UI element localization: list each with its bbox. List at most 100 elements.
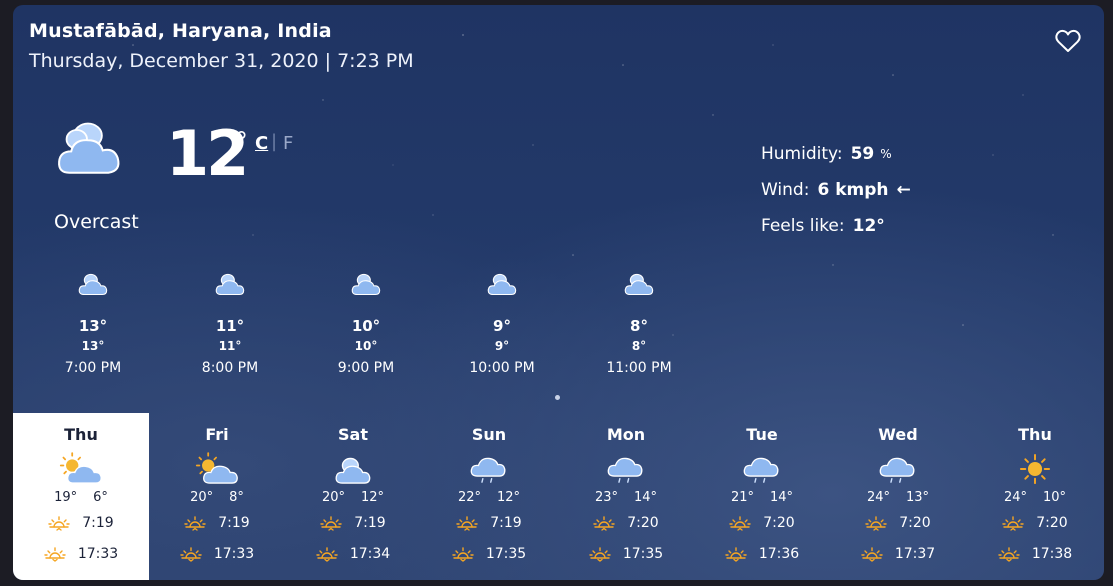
- sunrise-icon: [456, 515, 478, 531]
- temp-range: 24° 13°: [830, 490, 966, 505]
- light-rain-icon: [467, 451, 511, 487]
- hourly-feels-temp: 13°: [81, 339, 105, 353]
- low-temp: 10°: [1043, 490, 1067, 505]
- hourly-time: 9:00 PM: [337, 360, 395, 376]
- sunny-icon: [1013, 451, 1057, 487]
- sunset-time: 17:33: [213, 546, 255, 562]
- day-card[interactable]: Sun 22° 12° 7:19 17:35: [421, 413, 557, 580]
- sunrise-icon: [865, 515, 887, 531]
- sunset-row: 17:36: [694, 546, 830, 562]
- cloudy-icon: [212, 267, 248, 299]
- day-card[interactable]: Fri 20° 8° 7:19 17:33: [149, 413, 285, 580]
- day-card-selected[interactable]: Thu 19° 6° 7:19 17:33: [13, 413, 149, 580]
- sunset-row: 17:34: [285, 546, 421, 562]
- hourly-time: 8:00 PM: [201, 360, 259, 376]
- sunset-time: 17:35: [622, 546, 664, 562]
- humidity-value: 59: [850, 144, 875, 164]
- temp-range: 24° 10°: [967, 490, 1103, 505]
- fahrenheit-toggle[interactable]: F: [283, 133, 293, 154]
- hourly-item: 9° 9° 10:00 PM: [432, 267, 572, 376]
- day-name: Thu: [64, 425, 98, 444]
- sunset-icon: [589, 546, 611, 562]
- high-temp: 24°: [1003, 490, 1027, 505]
- location-title: Mustafābād, Haryana, India: [29, 20, 332, 42]
- hourly-feels-temp: 9°: [494, 339, 510, 353]
- sunrise-row: 7:20: [558, 515, 694, 531]
- humidity-row: Humidity: 59 %: [761, 136, 911, 172]
- celsius-toggle[interactable]: C: [255, 133, 268, 154]
- low-temp: 12°: [497, 490, 521, 505]
- high-temp: 20°: [190, 490, 214, 505]
- day-name: Sat: [338, 425, 368, 444]
- day-card[interactable]: Thu 24° 10° 7:20 17:38: [967, 413, 1103, 580]
- day-name: Sun: [471, 425, 507, 444]
- humidity-unit: %: [880, 147, 892, 161]
- sunset-row: 17:33: [149, 546, 285, 562]
- sunset-row: 17:35: [421, 546, 557, 562]
- day-card[interactable]: Wed 24° 13° 7:20 17:37: [830, 413, 966, 580]
- feels-like-row: Feels like: 12°: [761, 208, 911, 244]
- high-temp: 24°: [866, 490, 890, 505]
- temp-range: 19° 6°: [13, 490, 149, 505]
- cloudy-icon: [75, 267, 111, 299]
- sunset-time: 17:34: [349, 546, 391, 562]
- weather-card: Mustafābād, Haryana, India Thursday, Dec…: [13, 5, 1104, 580]
- feels-like-value: 12°: [852, 216, 885, 236]
- temp-range: 20° 8°: [149, 490, 285, 505]
- low-temp: 6°: [93, 490, 108, 505]
- sunrise-time: 7:20: [763, 515, 795, 531]
- favorite-heart-icon[interactable]: [1055, 29, 1081, 53]
- high-temp: 22°: [457, 490, 481, 505]
- wind-direction-arrow-icon: ←: [896, 180, 911, 200]
- humidity-label: Humidity:: [761, 144, 843, 164]
- sunset-row: 17:38: [967, 546, 1103, 562]
- sunrise-row: 7:20: [967, 515, 1103, 531]
- day-card[interactable]: Tue 21° 14° 7:20 17:36: [694, 413, 830, 580]
- sunrise-time: 7:19: [82, 515, 114, 531]
- cloudy-icon: [621, 267, 657, 299]
- hourly-temp: 11°: [215, 317, 245, 335]
- sunset-icon: [452, 546, 474, 562]
- sunrise-time: 7:20: [627, 515, 659, 531]
- day-card[interactable]: Mon 23° 14° 7:20 17:35: [558, 413, 694, 580]
- high-temp: 20°: [321, 490, 345, 505]
- hourly-time: 10:00 PM: [469, 360, 535, 376]
- wind-label: Wind:: [761, 180, 810, 200]
- day-card[interactable]: Sat 20° 12° 7:19 17:34: [285, 413, 421, 580]
- sunset-time: 17:38: [1031, 546, 1073, 562]
- sunrise-row: 7:20: [694, 515, 830, 531]
- hourly-item: 13° 13° 7:00 PM: [23, 267, 163, 376]
- weather-details: Humidity: 59 % Wind: 6 kmph ← Feels like…: [761, 136, 911, 244]
- light-rain-icon: [876, 451, 920, 487]
- temp-range: 20° 12°: [285, 490, 421, 505]
- sunset-row: 17:35: [558, 546, 694, 562]
- sunrise-icon: [593, 515, 615, 531]
- low-temp: 14°: [634, 490, 658, 505]
- temp-range: 21° 14°: [694, 490, 830, 505]
- sunrise-time: 7:19: [218, 515, 250, 531]
- hourly-temp: 8°: [630, 317, 648, 335]
- day-name: Mon: [606, 425, 646, 444]
- sunset-time: 17:36: [758, 546, 800, 562]
- day-name: Wed: [878, 425, 918, 444]
- cloudy-icon: [484, 267, 520, 299]
- carousel-page-indicator[interactable]: [555, 395, 560, 400]
- sunrise-row: 7:19: [149, 515, 285, 531]
- sunset-icon: [725, 546, 747, 562]
- light-rain-icon: [604, 451, 648, 487]
- sunrise-icon: [48, 515, 70, 531]
- hourly-item: 11° 11° 8:00 PM: [160, 267, 300, 376]
- sunrise-time: 7:20: [899, 515, 931, 531]
- light-rain-icon: [740, 451, 784, 487]
- feels-like-label: Feels like:: [761, 216, 845, 236]
- day-name: Tue: [746, 425, 778, 444]
- sunrise-row: 7:20: [830, 515, 966, 531]
- sunset-icon: [44, 546, 66, 562]
- sunrise-row: 7:19: [285, 515, 421, 531]
- low-temp: 8°: [229, 490, 244, 505]
- overcast-cloud-icon: [56, 117, 131, 182]
- cloudy-icon: [348, 267, 384, 299]
- hourly-item: 8° 8° 11:00 PM: [569, 267, 709, 376]
- hourly-temp: 13°: [78, 317, 108, 335]
- sunrise-icon: [320, 515, 342, 531]
